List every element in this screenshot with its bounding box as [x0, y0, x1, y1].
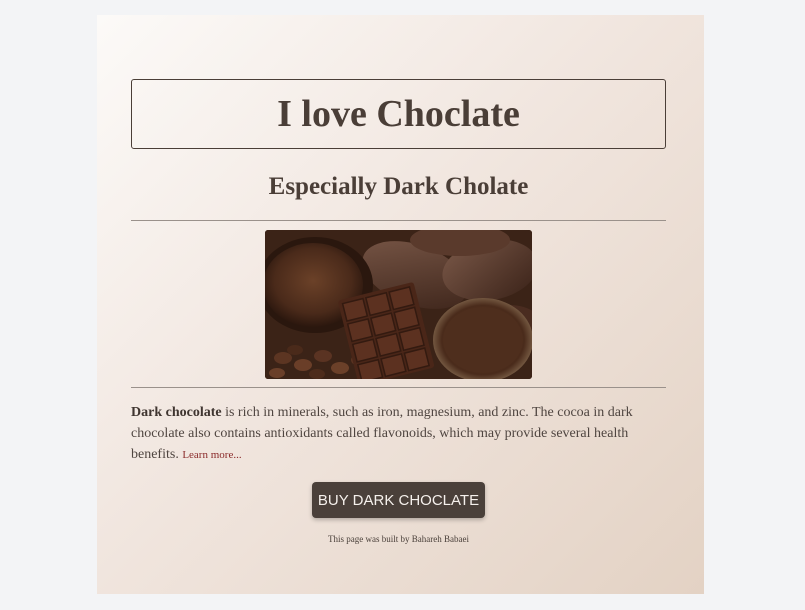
divider-bottom: [131, 387, 666, 388]
learn-more-link[interactable]: Learn more...: [182, 449, 241, 461]
page-subtitle: Especially Dark Cholate: [268, 173, 529, 200]
page-card: I love Choclate Especially Dark Cholate: [97, 15, 704, 594]
divider-top: [131, 220, 666, 221]
title-box: I love Choclate: [131, 79, 666, 149]
footer-credit: This page was built by Bahareh Babaei: [328, 534, 469, 544]
description-paragraph: Dark chocolate is rich in minerals, such…: [131, 402, 666, 466]
hero-image: [265, 230, 532, 379]
buy-dark-chocolate-button[interactable]: BUY DARK CHOCLATE: [312, 482, 485, 518]
chocolate-photo: [265, 230, 532, 379]
description-bold-lead: Dark chocolate: [131, 405, 222, 420]
page-title: I love Choclate: [277, 93, 520, 135]
